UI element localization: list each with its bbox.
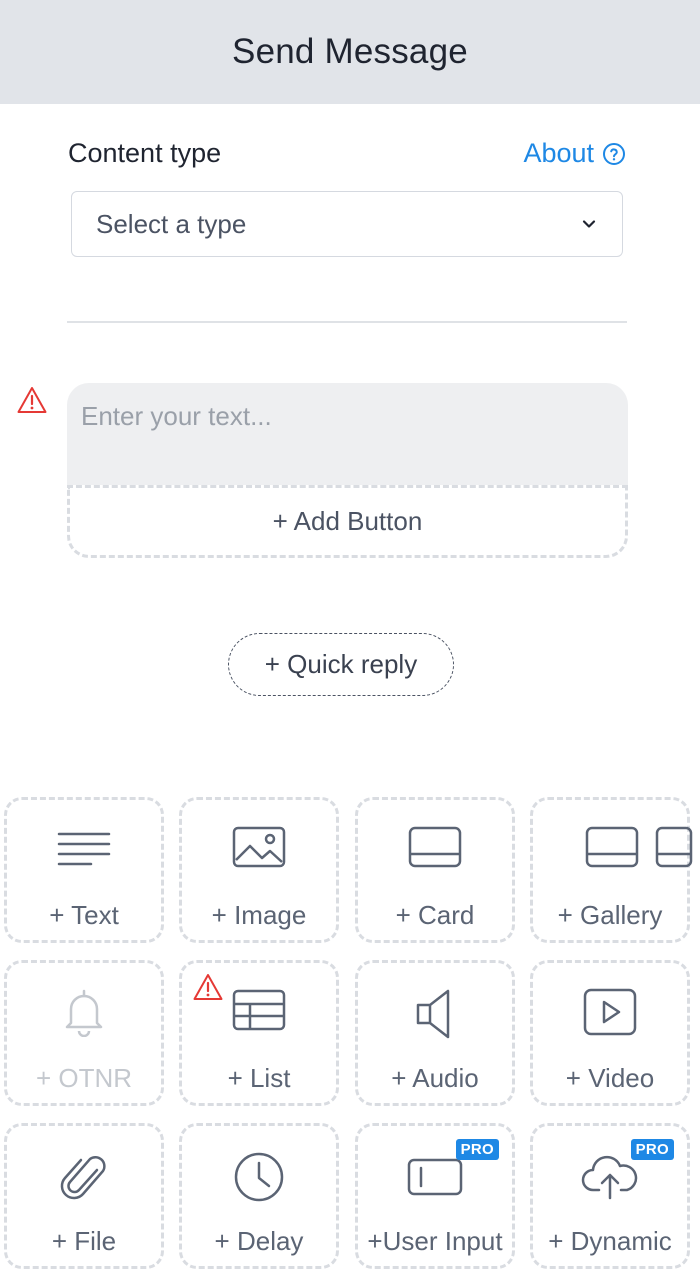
content-type-select-value: Select a type xyxy=(96,208,247,239)
tile-label: + List xyxy=(227,1063,291,1093)
play-icon xyxy=(583,988,637,1036)
tile-label: + Video xyxy=(565,1063,655,1093)
tile-label: + File xyxy=(51,1226,117,1256)
tile-label: + Gallery xyxy=(557,900,663,930)
clock-icon xyxy=(234,1152,284,1202)
bell-icon xyxy=(65,989,103,1037)
tile-label: + Dynamic xyxy=(548,1226,672,1256)
add-delay-tile[interactable]: + Delay xyxy=(179,1123,339,1269)
help-circle-icon xyxy=(603,142,625,165)
about-link[interactable]: About xyxy=(523,138,626,169)
warning-icon xyxy=(193,974,223,1000)
tile-label: + Card xyxy=(395,900,475,930)
add-card-tile[interactable]: + Card xyxy=(355,797,515,943)
add-otnr-tile[interactable]: + OTNR xyxy=(4,960,164,1106)
text-message-block: Enter your text... + Add Button xyxy=(67,383,628,558)
page-title: Send Message xyxy=(232,32,468,71)
tile-label: + Audio xyxy=(391,1063,479,1093)
add-user-input-tile[interactable]: PRO +User Input xyxy=(355,1123,515,1269)
chevron-down-icon xyxy=(582,220,596,228)
paperclip-icon xyxy=(60,1156,106,1200)
header-bar: Send Message xyxy=(0,0,700,104)
tile-label: + Delay xyxy=(214,1226,304,1256)
content-type-label: Content type xyxy=(68,138,222,168)
add-dynamic-tile[interactable]: PRO + Dynamic xyxy=(530,1123,690,1269)
tile-label: + Text xyxy=(49,900,119,930)
tile-label: + Image xyxy=(211,900,307,930)
card-icon xyxy=(408,826,462,868)
add-audio-tile[interactable]: + Audio xyxy=(355,960,515,1106)
content-type-select[interactable]: Select a type xyxy=(71,191,623,257)
image-icon xyxy=(232,826,286,868)
message-placeholder: Enter your text... xyxy=(81,401,272,431)
section-divider xyxy=(67,321,627,323)
speaker-icon xyxy=(416,989,450,1039)
add-text-tile[interactable]: + Text xyxy=(4,797,164,943)
cloud-upload-icon xyxy=(581,1155,638,1200)
about-label: About xyxy=(523,138,594,168)
pro-badge: PRO xyxy=(630,1139,674,1160)
add-button-button[interactable]: + Add Button xyxy=(67,485,628,558)
add-file-tile[interactable]: + File xyxy=(4,1123,164,1269)
add-gallery-tile[interactable]: + Gallery xyxy=(530,797,693,943)
pro-badge: PRO xyxy=(455,1139,499,1160)
message-text-input[interactable]: Enter your text... xyxy=(67,383,628,485)
warning-icon xyxy=(17,387,47,413)
gallery-icon xyxy=(585,826,693,868)
input-field-icon xyxy=(407,1158,463,1196)
add-video-tile[interactable]: + Video xyxy=(530,960,690,1106)
add-image-tile[interactable]: + Image xyxy=(179,797,339,943)
list-table-icon xyxy=(232,989,286,1031)
tile-label: +User Input xyxy=(367,1226,503,1256)
text-lines-icon xyxy=(57,832,111,866)
tile-label: + OTNR xyxy=(35,1063,133,1093)
quick-reply-button[interactable]: + Quick reply xyxy=(228,633,454,696)
